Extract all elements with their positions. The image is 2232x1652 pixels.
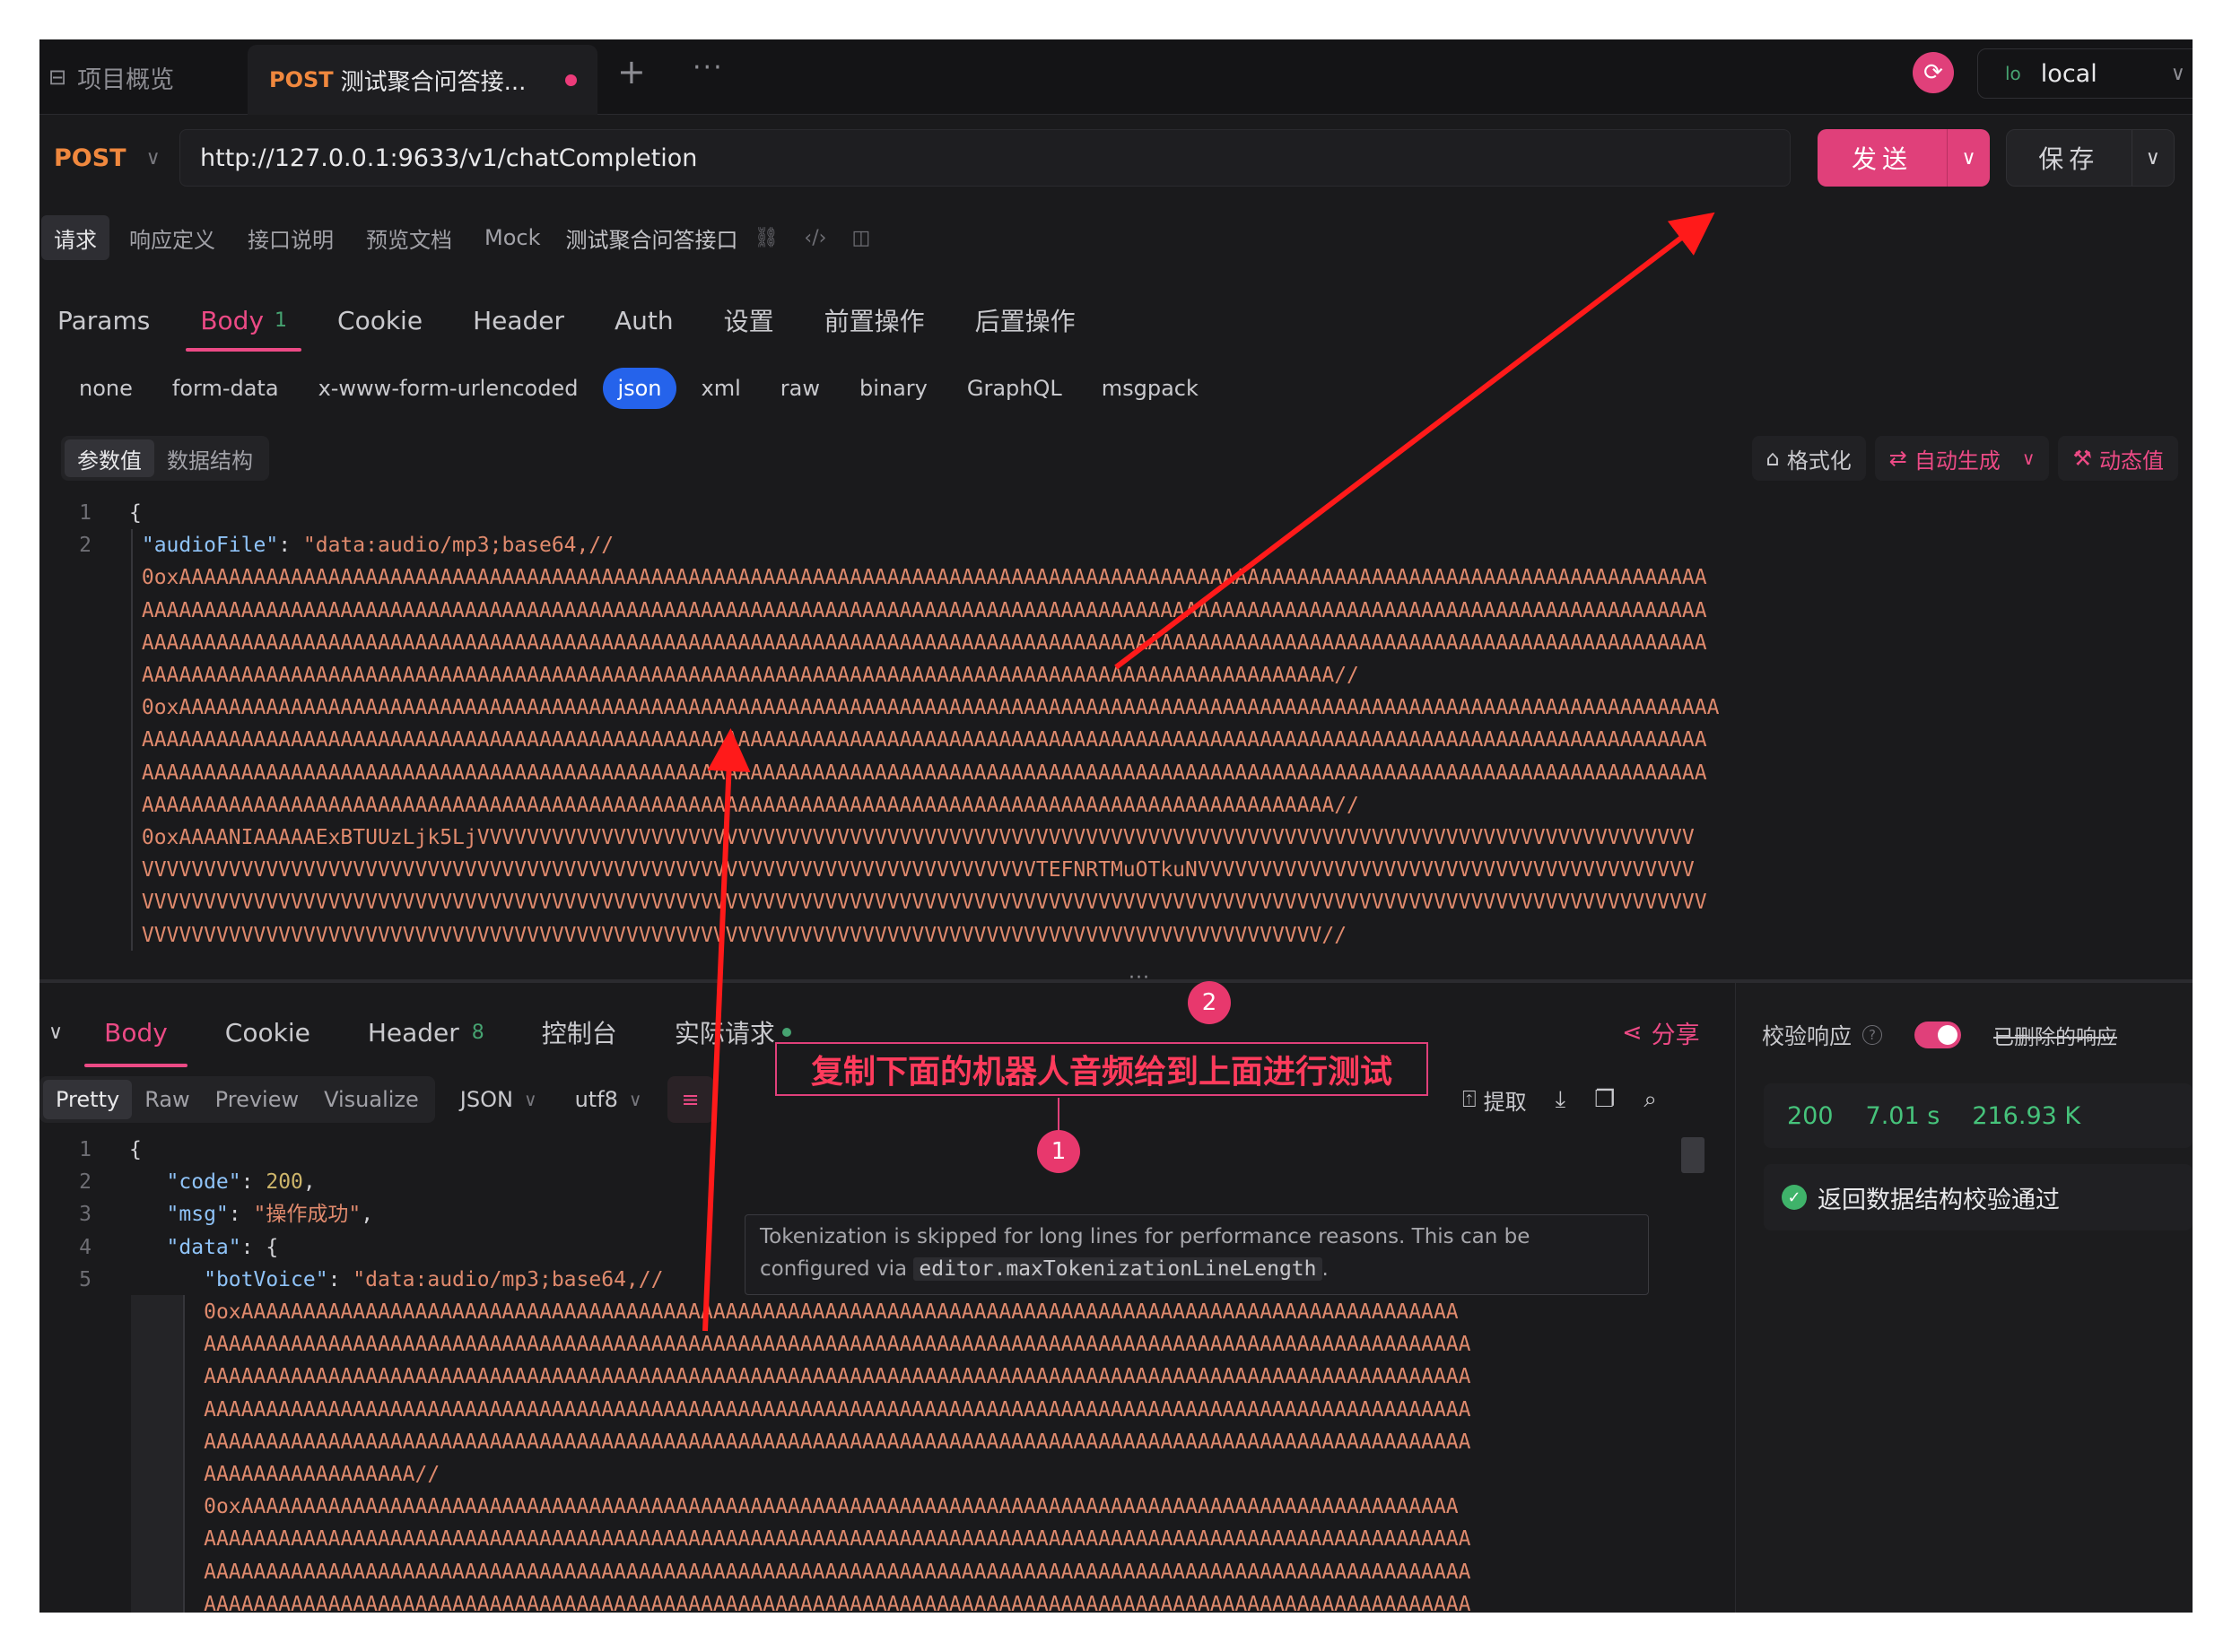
annotation-badge-2: 2 xyxy=(1188,981,1231,1024)
arrow-to-send-button xyxy=(1114,212,1715,670)
annotation-arrows xyxy=(702,212,1715,1332)
app-window: ⊟ 项目概览 POST 测试聚合问答接... + ··· ⟳ lo local … xyxy=(39,39,2193,1613)
annotation-badge-1: 1 xyxy=(1037,1130,1080,1173)
annotation-instruction: 复制下面的机器人音频给到上面进行测试 xyxy=(775,1042,1428,1096)
arrow-to-request-body xyxy=(702,728,751,1332)
